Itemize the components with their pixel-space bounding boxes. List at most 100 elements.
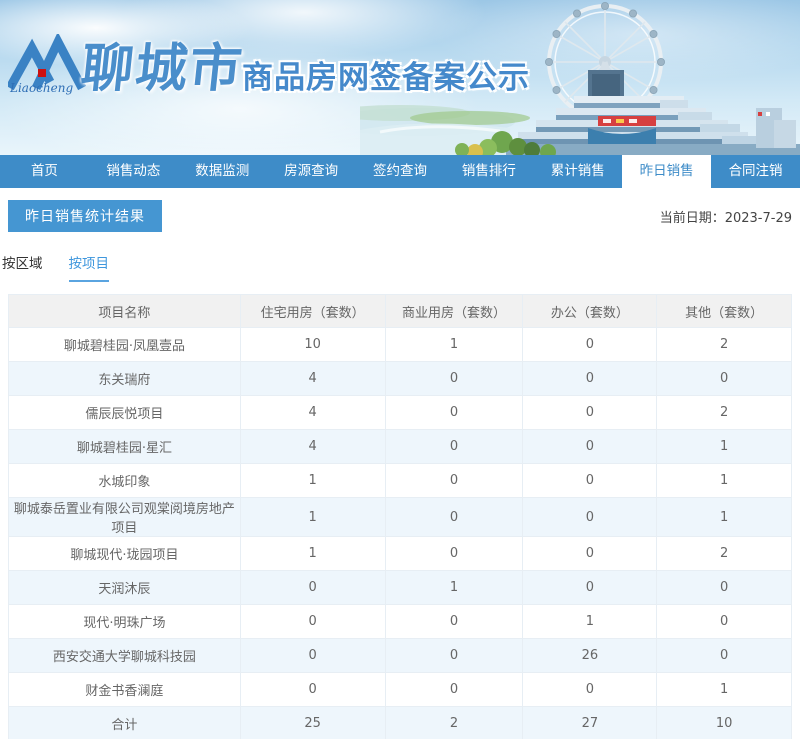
nav-item-signing-query[interactable]: 签约查询: [356, 155, 445, 188]
count-cell: 4: [239, 429, 386, 464]
count-cell: 4: [239, 395, 386, 430]
project-name-cell: 聊城碧桂园·星汇: [8, 429, 241, 464]
count-cell: 2: [384, 706, 524, 739]
count-cell: 1: [239, 497, 386, 537]
count-cell: 2: [656, 395, 792, 430]
tab-by-region[interactable]: 按区域: [2, 252, 43, 282]
count-cell: 1: [522, 604, 658, 639]
count-cell: 0: [522, 497, 658, 537]
total-row: 合计 25 2 27 10: [8, 706, 792, 739]
column-header: 其他（套数）: [656, 294, 792, 328]
count-cell: 1: [656, 429, 792, 464]
count-cell: 0: [522, 361, 658, 396]
count-cell: 0: [384, 638, 524, 673]
table-row: 西安交通大学聊城科技园 0 0 26 0: [8, 638, 792, 673]
table-row: 聊城碧桂园·凤凰壹品 10 1 0 2: [8, 327, 792, 362]
site-title: 商品房网签备案公示: [242, 60, 530, 96]
count-cell: 0: [239, 604, 386, 639]
column-header: 住宅用房（套数）: [239, 294, 386, 328]
project-name-cell: 财金书香澜庭: [8, 672, 241, 707]
project-name-cell: 东关瑞府: [8, 361, 241, 396]
table-row: 儒辰辰悦项目 4 0 0 2: [8, 395, 792, 430]
nav-item-contract-cancel[interactable]: 合同注销: [711, 155, 800, 188]
nav-item-listing-query[interactable]: 房源查询: [267, 155, 356, 188]
count-cell: 0: [656, 361, 792, 396]
table-row: 聊城现代·珑园项目 1 0 0 2: [8, 536, 792, 571]
count-cell: 0: [522, 463, 658, 498]
count-cell: 27: [522, 706, 658, 739]
count-cell: 1: [384, 570, 524, 605]
table-row: 水城印象 1 0 0 1: [8, 463, 792, 498]
count-cell: 0: [522, 672, 658, 707]
count-cell: 0: [384, 463, 524, 498]
nav-item-yesterday-sales[interactable]: 昨日销售: [622, 155, 712, 188]
count-cell: 0: [239, 672, 386, 707]
project-name-cell: 聊城碧桂园·凤凰壹品: [8, 327, 241, 362]
count-cell: 0: [522, 429, 658, 464]
count-cell: 0: [384, 497, 524, 537]
nav-item-cumulative-sales[interactable]: 累计销售: [533, 155, 622, 188]
count-cell: 4: [239, 361, 386, 396]
current-date-label: 当前日期：: [659, 210, 725, 226]
content: 昨日销售统计结果 当前日期：2023-7-29 按区域 按项目 项目名称 住宅用房…: [0, 200, 800, 739]
count-cell: 10: [239, 327, 386, 362]
table-row: 财金书香澜庭 0 0 0 1: [8, 672, 792, 707]
count-cell: 25: [239, 706, 386, 739]
count-cell: 0: [656, 604, 792, 639]
nav-item-sales-ranking[interactable]: 销售排行: [444, 155, 533, 188]
count-cell: 0: [656, 638, 792, 673]
count-cell: 1: [656, 463, 792, 498]
liaocheng-logo-icon: Liaocheng: [8, 34, 86, 95]
count-cell: 0: [384, 672, 524, 707]
count-cell: 2: [656, 536, 792, 571]
nav-item-data-monitor[interactable]: 数据监测: [178, 155, 267, 188]
project-name-cell: 聊城现代·珑园项目: [8, 536, 241, 571]
current-date-value: 2023-7-29: [724, 210, 792, 226]
table-header-row: 项目名称 住宅用房（套数） 商业用房（套数） 办公（套数） 其他（套数）: [8, 294, 792, 328]
section-head: 昨日销售统计结果 当前日期：2023-7-29: [8, 200, 792, 232]
logo-red-square: [38, 69, 46, 77]
count-cell: 0: [522, 570, 658, 605]
project-name-cell: 儒辰辰悦项目: [8, 395, 241, 430]
count-cell: 1: [239, 536, 386, 571]
banner: Liaocheng 聊城市 商品房网签备案公示: [0, 0, 800, 155]
table-row: 聊城泰岳置业有限公司观棠阅境房地产项目 1 0 0 1: [8, 497, 792, 537]
building-icon: [506, 70, 800, 155]
count-cell: 1: [239, 463, 386, 498]
table-body: 聊城碧桂园·凤凰壹品 10 1 0 2 东关瑞府 4 0 0 0 儒辰辰悦项目 4 0 0 2 聊城碧桂园·星…: [8, 327, 792, 739]
count-cell: 0: [522, 395, 658, 430]
count-cell: 0: [384, 604, 524, 639]
table-row: 东关瑞府 4 0 0 0: [8, 361, 792, 396]
project-name-cell: 合计: [8, 706, 241, 739]
count-cell: 0: [384, 429, 524, 464]
count-cell: 10: [656, 706, 792, 739]
table-row: 天润沐辰 0 1 0 0: [8, 570, 792, 605]
project-name-cell: 现代·明珠广场: [8, 604, 241, 639]
column-header: 办公（套数）: [522, 294, 658, 328]
count-cell: 1: [656, 672, 792, 707]
column-header: 商业用房（套数）: [384, 294, 524, 328]
current-date: 当前日期：2023-7-29: [660, 207, 792, 226]
table-row: 聊城碧桂园·星汇 4 0 0 1: [8, 429, 792, 464]
project-name-cell: 聊城泰岳置业有限公司观棠阅境房地产项目: [8, 497, 241, 537]
sales-table: 项目名称 住宅用房（套数） 商业用房（套数） 办公（套数） 其他（套数） 聊城碧桂园·凤…: [8, 294, 792, 739]
count-cell: 0: [522, 327, 658, 362]
tab-by-project[interactable]: 按项目: [68, 252, 109, 282]
view-tabs: 按区域 按项目: [2, 252, 792, 282]
brand-city-name: 聊城市: [78, 38, 247, 99]
section-title-badge: 昨日销售统计结果: [8, 200, 162, 232]
project-name-cell: 西安交通大学聊城科技园: [8, 638, 241, 673]
count-cell: 2: [656, 327, 792, 362]
count-cell: 26: [522, 638, 658, 673]
project-name-cell: 水城印象: [8, 463, 241, 498]
count-cell: 1: [384, 327, 524, 362]
column-header: 项目名称: [8, 294, 241, 328]
logo-script-text: Liaocheng: [9, 81, 73, 95]
nav-item-home[interactable]: 首页: [0, 155, 89, 188]
nav-item-sales-activity[interactable]: 销售动态: [89, 155, 178, 188]
count-cell: 0: [239, 638, 386, 673]
project-name-cell: 天润沐辰: [8, 570, 241, 605]
table-row: 现代·明珠广场 0 0 1 0: [8, 604, 792, 639]
count-cell: 0: [656, 570, 792, 605]
count-cell: 0: [522, 536, 658, 571]
